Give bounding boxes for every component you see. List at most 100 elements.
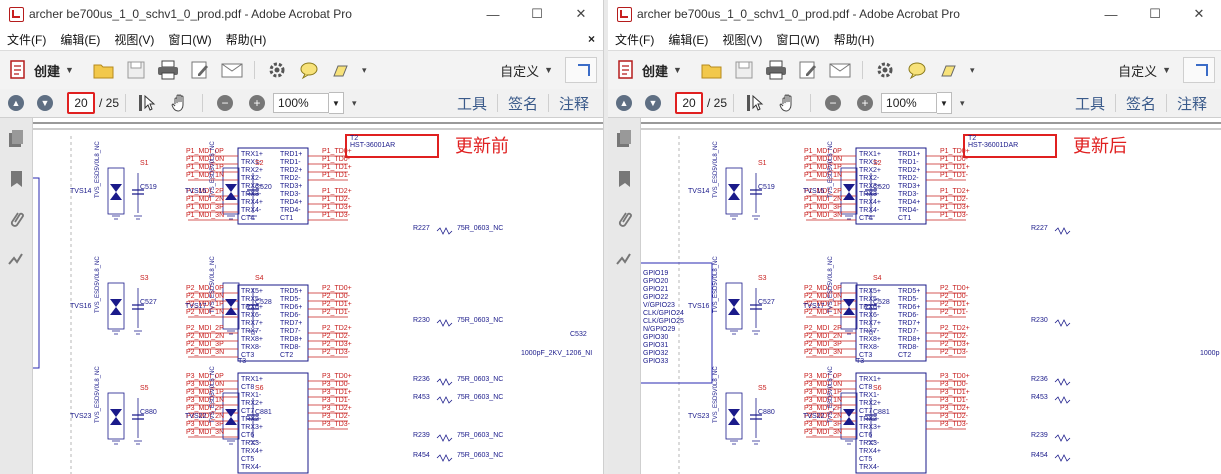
net-label: P3_MDI_0P [186,373,224,380]
select-tool-icon[interactable] [135,90,161,116]
net-label: P3_MDI_3N [186,429,225,436]
menu-item-4[interactable]: 帮助(H) [219,31,274,48]
td-label: P3_TD3- [940,421,969,428]
zoom-level-input[interactable]: 100% [881,93,938,113]
menu-item-0[interactable]: 文件(F) [0,31,53,48]
gear-icon[interactable] [264,57,290,83]
attachments-icon[interactable] [8,210,24,228]
menu-item-3[interactable]: 窗口(W) [161,31,218,48]
customize-menu[interactable]: 自定义 ▼ [500,61,553,80]
page-number-input[interactable]: 20 [67,92,95,114]
page-thumbnails-icon[interactable] [8,130,24,148]
expand-view-icon[interactable] [1183,57,1215,83]
previous-page-button[interactable]: ▲ [3,90,29,116]
gpio-block [33,177,40,369]
next-page-button[interactable]: ▼ [32,90,58,116]
comment-icon[interactable] [904,57,930,83]
minimize-button[interactable]: — [471,0,515,28]
td-label: P3_TD1- [940,397,969,404]
toolbar-overflow-icon[interactable]: ▾ [362,65,367,76]
bookmarks-icon[interactable] [616,170,632,188]
sheet-marker: S3 [758,275,767,282]
pane-tab-1[interactable]: 签名 [498,93,548,114]
print-icon[interactable] [763,57,789,83]
resistor-ref: R453 [413,394,430,401]
minimize-button[interactable]: — [1089,0,1133,28]
next-page-button[interactable]: ▼ [640,90,666,116]
zoom-level-input[interactable]: 100% [273,93,330,113]
document-view[interactable]: T2 HST-36001DAR 更新后 GPIO19 GPIO20 GPIO21 GP… [641,118,1221,474]
open-folder-icon[interactable] [699,57,725,83]
pane-tab-2[interactable]: 注释 [1167,93,1217,114]
hand-tool-icon[interactable] [775,90,801,116]
zoom-dropdown-icon[interactable]: ▼ [329,92,345,114]
edit-icon[interactable] [795,57,821,83]
expand-view-icon[interactable] [565,57,597,83]
zoom-dropdown-icon[interactable]: ▼ [937,92,953,114]
menu-item-0[interactable]: 文件(F) [608,31,661,48]
zoom-out-button[interactable]: − [820,90,846,116]
pane-tab-0[interactable]: 工具 [447,93,497,114]
maximize-button[interactable]: ☐ [1133,0,1177,28]
email-icon[interactable] [827,57,853,83]
pin-label: TRX2- [241,175,262,182]
signatures-icon[interactable] [8,250,24,268]
create-button[interactable]: 创建 ▼ [9,60,74,80]
td-label: P1_TD1- [940,172,969,179]
pin-label: TRX7+ [241,320,263,327]
attachments-icon[interactable] [616,210,632,228]
highlight-icon[interactable] [328,57,354,83]
zoom-in-button[interactable]: + [852,90,878,116]
bookmarks-icon[interactable] [8,170,24,188]
save-icon[interactable] [731,57,757,83]
menu-item-3[interactable]: 窗口(W) [769,31,826,48]
menu-item-1[interactable]: 编辑(E) [661,31,715,48]
highlight-icon[interactable] [936,57,962,83]
page-number-input[interactable]: 20 [675,92,703,114]
toolbar-overflow-icon[interactable]: ▾ [352,98,357,109]
signatures-icon[interactable] [616,250,632,268]
close-button[interactable]: ✕ [1177,0,1221,28]
document-view[interactable]: T2 HST-36001AR 更新前 P1_MDI_0P P1_MDI_0N P1_… [33,118,603,474]
pin-label: TRX3- [241,191,262,198]
ground-symbol [730,215,760,220]
pane-tab-0[interactable]: 工具 [1065,93,1115,114]
td-label: P2_TD2+ [940,325,970,332]
pane-tab-2[interactable]: 注释 [549,93,599,114]
open-folder-icon[interactable] [91,57,117,83]
select-tool-icon[interactable] [743,90,769,116]
window-title: archer be700us_1_0_schv1_0_prod.pdf - Ad… [29,7,352,21]
menu-item-1[interactable]: 编辑(E) [53,31,107,48]
save-icon[interactable] [123,57,149,83]
comment-icon[interactable] [296,57,322,83]
print-icon[interactable] [155,57,181,83]
menu-item-2[interactable]: 视图(V) [107,31,161,48]
tvs-diode [728,184,740,200]
menu-item-4[interactable]: 帮助(H) [827,31,882,48]
create-button[interactable]: 创建 ▼ [617,60,682,80]
email-icon[interactable] [219,57,245,83]
net-label: P1_MDI_2N [186,196,225,203]
toolbar-overflow-icon[interactable]: ▾ [960,98,965,109]
gear-icon[interactable] [872,57,898,83]
hand-tool-icon[interactable] [167,90,193,116]
pane-tab-1[interactable]: 签名 [1116,93,1166,114]
previous-page-button[interactable]: ▲ [611,90,637,116]
resistor-ref: R227 [1031,225,1048,232]
toolbar-overflow-icon[interactable]: ▾ [970,65,975,76]
zoom-out-button[interactable]: − [212,90,238,116]
maximize-button[interactable]: ☐ [515,0,559,28]
menu-item-2[interactable]: 视图(V) [715,31,769,48]
gpio-label: GPIO30 [643,334,669,341]
tvs-part: TVS_ESD5V0L8_NC [713,141,719,198]
document-close-icon[interactable]: × [588,32,595,46]
zoom-in-button[interactable]: + [244,90,270,116]
net-label: P1_MDI_1N [186,172,225,179]
customize-menu[interactable]: 自定义 ▼ [1118,61,1171,80]
window-controls: — ☐ ✕ [1089,0,1221,28]
page-thumbnails-icon[interactable] [616,130,632,148]
resistor-symbol [1054,454,1071,462]
edit-icon[interactable] [187,57,213,83]
pin-label: TRD6- [280,312,301,319]
close-button[interactable]: ✕ [559,0,603,28]
